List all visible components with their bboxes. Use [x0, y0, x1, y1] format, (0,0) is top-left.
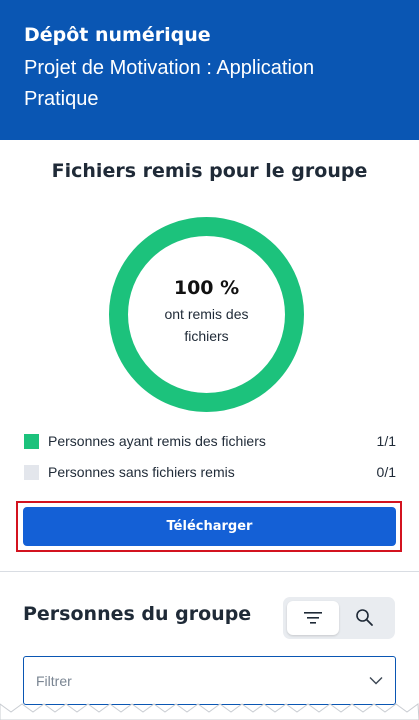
filter-toggle-button[interactable] — [287, 601, 339, 635]
filter-select-placeholder: Filtrer — [36, 672, 72, 689]
legend-count-not-submitted: 0/1 — [376, 464, 396, 480]
donut-center: 100 % ont remis des fichiers — [108, 216, 305, 413]
legend-label-not-submitted: Personnes sans fichiers remis — [48, 464, 235, 480]
page-header: Dépôt numérique Projet de Motivation : A… — [0, 0, 419, 140]
legend-count-submitted: 1/1 — [376, 433, 396, 449]
header-subtitle: Projet de Motivation : Application Prati… — [24, 57, 315, 110]
donut-percent: 100 % — [173, 276, 240, 299]
submissions-title: Fichiers remis pour le groupe — [51, 160, 368, 182]
download-button[interactable]: Télécharger — [23, 507, 396, 546]
chevron-down-icon — [369, 677, 383, 685]
magnifier-icon — [356, 609, 373, 626]
legend-row-not-submitted: Personnes sans fichiers remis 0/1 — [24, 462, 396, 482]
section-divider — [0, 571, 419, 572]
legend-label-submitted: Personnes ayant remis des fichiers — [48, 433, 266, 449]
donut-description: ont remis des fichiers — [164, 305, 249, 344]
legend-swatch-submitted — [24, 433, 39, 449]
search-toggle-button[interactable] — [339, 601, 391, 635]
members-title: Personnes du groupe — [23, 603, 252, 625]
header-title: Dépôt numérique — [24, 24, 211, 46]
view-toggle-group — [283, 597, 395, 639]
legend-swatch-not-submitted — [24, 464, 39, 480]
legend-row-submitted: Personnes ayant remis des fichiers 1/1 — [24, 431, 396, 451]
filter-lines-icon — [304, 612, 322, 624]
torn-edge — [0, 703, 419, 720]
